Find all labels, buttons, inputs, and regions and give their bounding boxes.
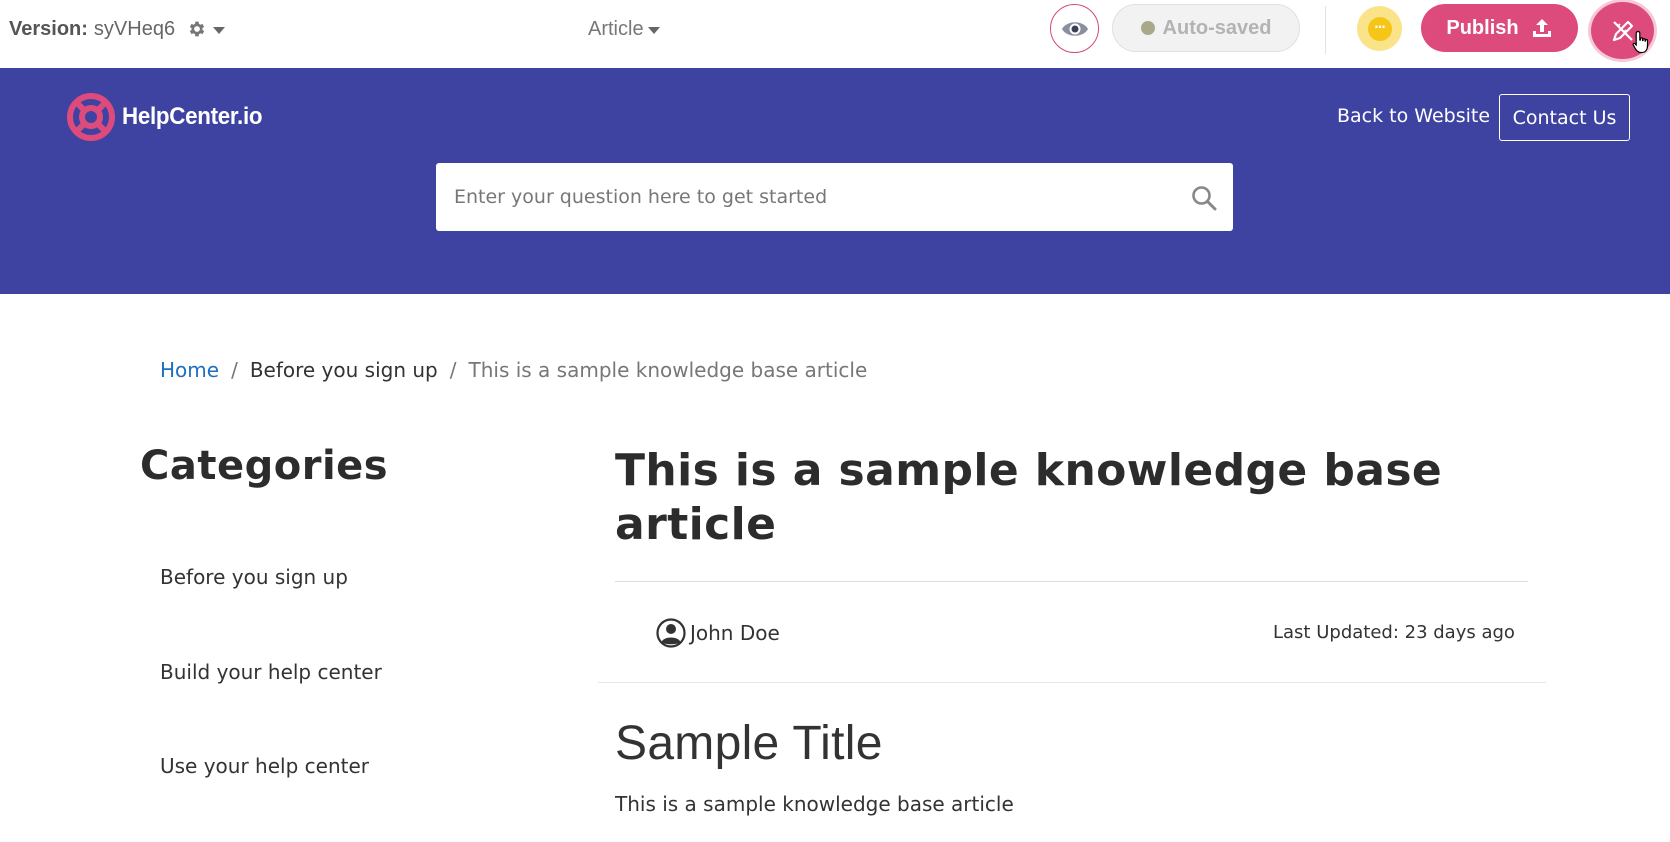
more-options-button[interactable]: ··· bbox=[1357, 6, 1402, 51]
author-name: John Doe bbox=[690, 621, 780, 645]
lifebuoy-icon bbox=[67, 93, 115, 141]
article-author: John Doe bbox=[656, 618, 780, 648]
search-icon[interactable] bbox=[1191, 185, 1217, 211]
version-label: Version: bbox=[9, 17, 88, 40]
article-type-dropdown[interactable]: Article bbox=[588, 16, 660, 42]
hero-header: HelpCenter.io Back to Website Contact Us bbox=[0, 68, 1670, 294]
content-body: This is a sample knowledge base article bbox=[615, 792, 1014, 816]
editor-toolbar: Version: syVHeq6 Article Auto-saved ··· … bbox=[0, 0, 1670, 68]
breadcrumb-separator: / bbox=[231, 358, 238, 382]
brand-logo[interactable]: HelpCenter.io bbox=[66, 92, 273, 142]
more-icon: ··· bbox=[1367, 16, 1392, 41]
breadcrumb: Home / Before you sign up / This is a sa… bbox=[160, 358, 867, 382]
back-to-website-link[interactable]: Back to Website bbox=[1337, 105, 1490, 127]
breadcrumb-separator: / bbox=[449, 358, 457, 382]
breadcrumb-home-link[interactable]: Home bbox=[160, 358, 219, 382]
article-title: This is a sample knowledge base article bbox=[615, 445, 1443, 550]
search-bar bbox=[436, 163, 1233, 231]
sidebar-item-build-your-help-center[interactable]: Build your help center bbox=[160, 660, 382, 684]
divider bbox=[615, 581, 1528, 582]
last-updated: Last Updated: 23 days ago bbox=[1273, 622, 1515, 643]
breadcrumb-category-link[interactable]: Before you sign up bbox=[250, 358, 438, 382]
chevron-down-icon bbox=[647, 26, 660, 34]
upload-icon bbox=[1532, 19, 1551, 37]
contact-us-button[interactable]: Contact Us bbox=[1499, 94, 1630, 141]
publish-label: Publish bbox=[1446, 16, 1519, 39]
preview-button[interactable] bbox=[1050, 4, 1099, 53]
article-type-label: Article bbox=[588, 17, 644, 40]
user-avatar-icon bbox=[656, 618, 686, 648]
brand-name: HelpCenter.io bbox=[122, 103, 263, 130]
sidebar-item-use-your-help-center[interactable]: Use your help center bbox=[160, 754, 369, 778]
chevron-down-icon bbox=[213, 26, 226, 34]
search-input[interactable] bbox=[436, 167, 1166, 227]
status-dot bbox=[1140, 21, 1155, 35]
breadcrumb-current: This is a sample knowledge base article bbox=[468, 358, 868, 382]
eye-icon bbox=[1061, 21, 1088, 36]
content-heading: Sample Title bbox=[615, 717, 883, 770]
categories-heading: Categories bbox=[140, 443, 389, 489]
divider bbox=[598, 682, 1546, 683]
toolbar-divider bbox=[1325, 6, 1326, 54]
publish-button[interactable]: Publish bbox=[1421, 4, 1578, 52]
pointer-cursor-icon bbox=[1632, 30, 1649, 54]
version-value: syVHeq6 bbox=[93, 17, 176, 40]
sidebar-item-before-you-sign-up[interactable]: Before you sign up bbox=[160, 565, 348, 589]
gear-icon[interactable] bbox=[187, 18, 209, 40]
autosave-label: Auto-saved bbox=[1162, 16, 1272, 39]
autosave-status: Auto-saved bbox=[1112, 4, 1300, 52]
version-selector[interactable]: Version: syVHeq6 bbox=[9, 16, 226, 42]
